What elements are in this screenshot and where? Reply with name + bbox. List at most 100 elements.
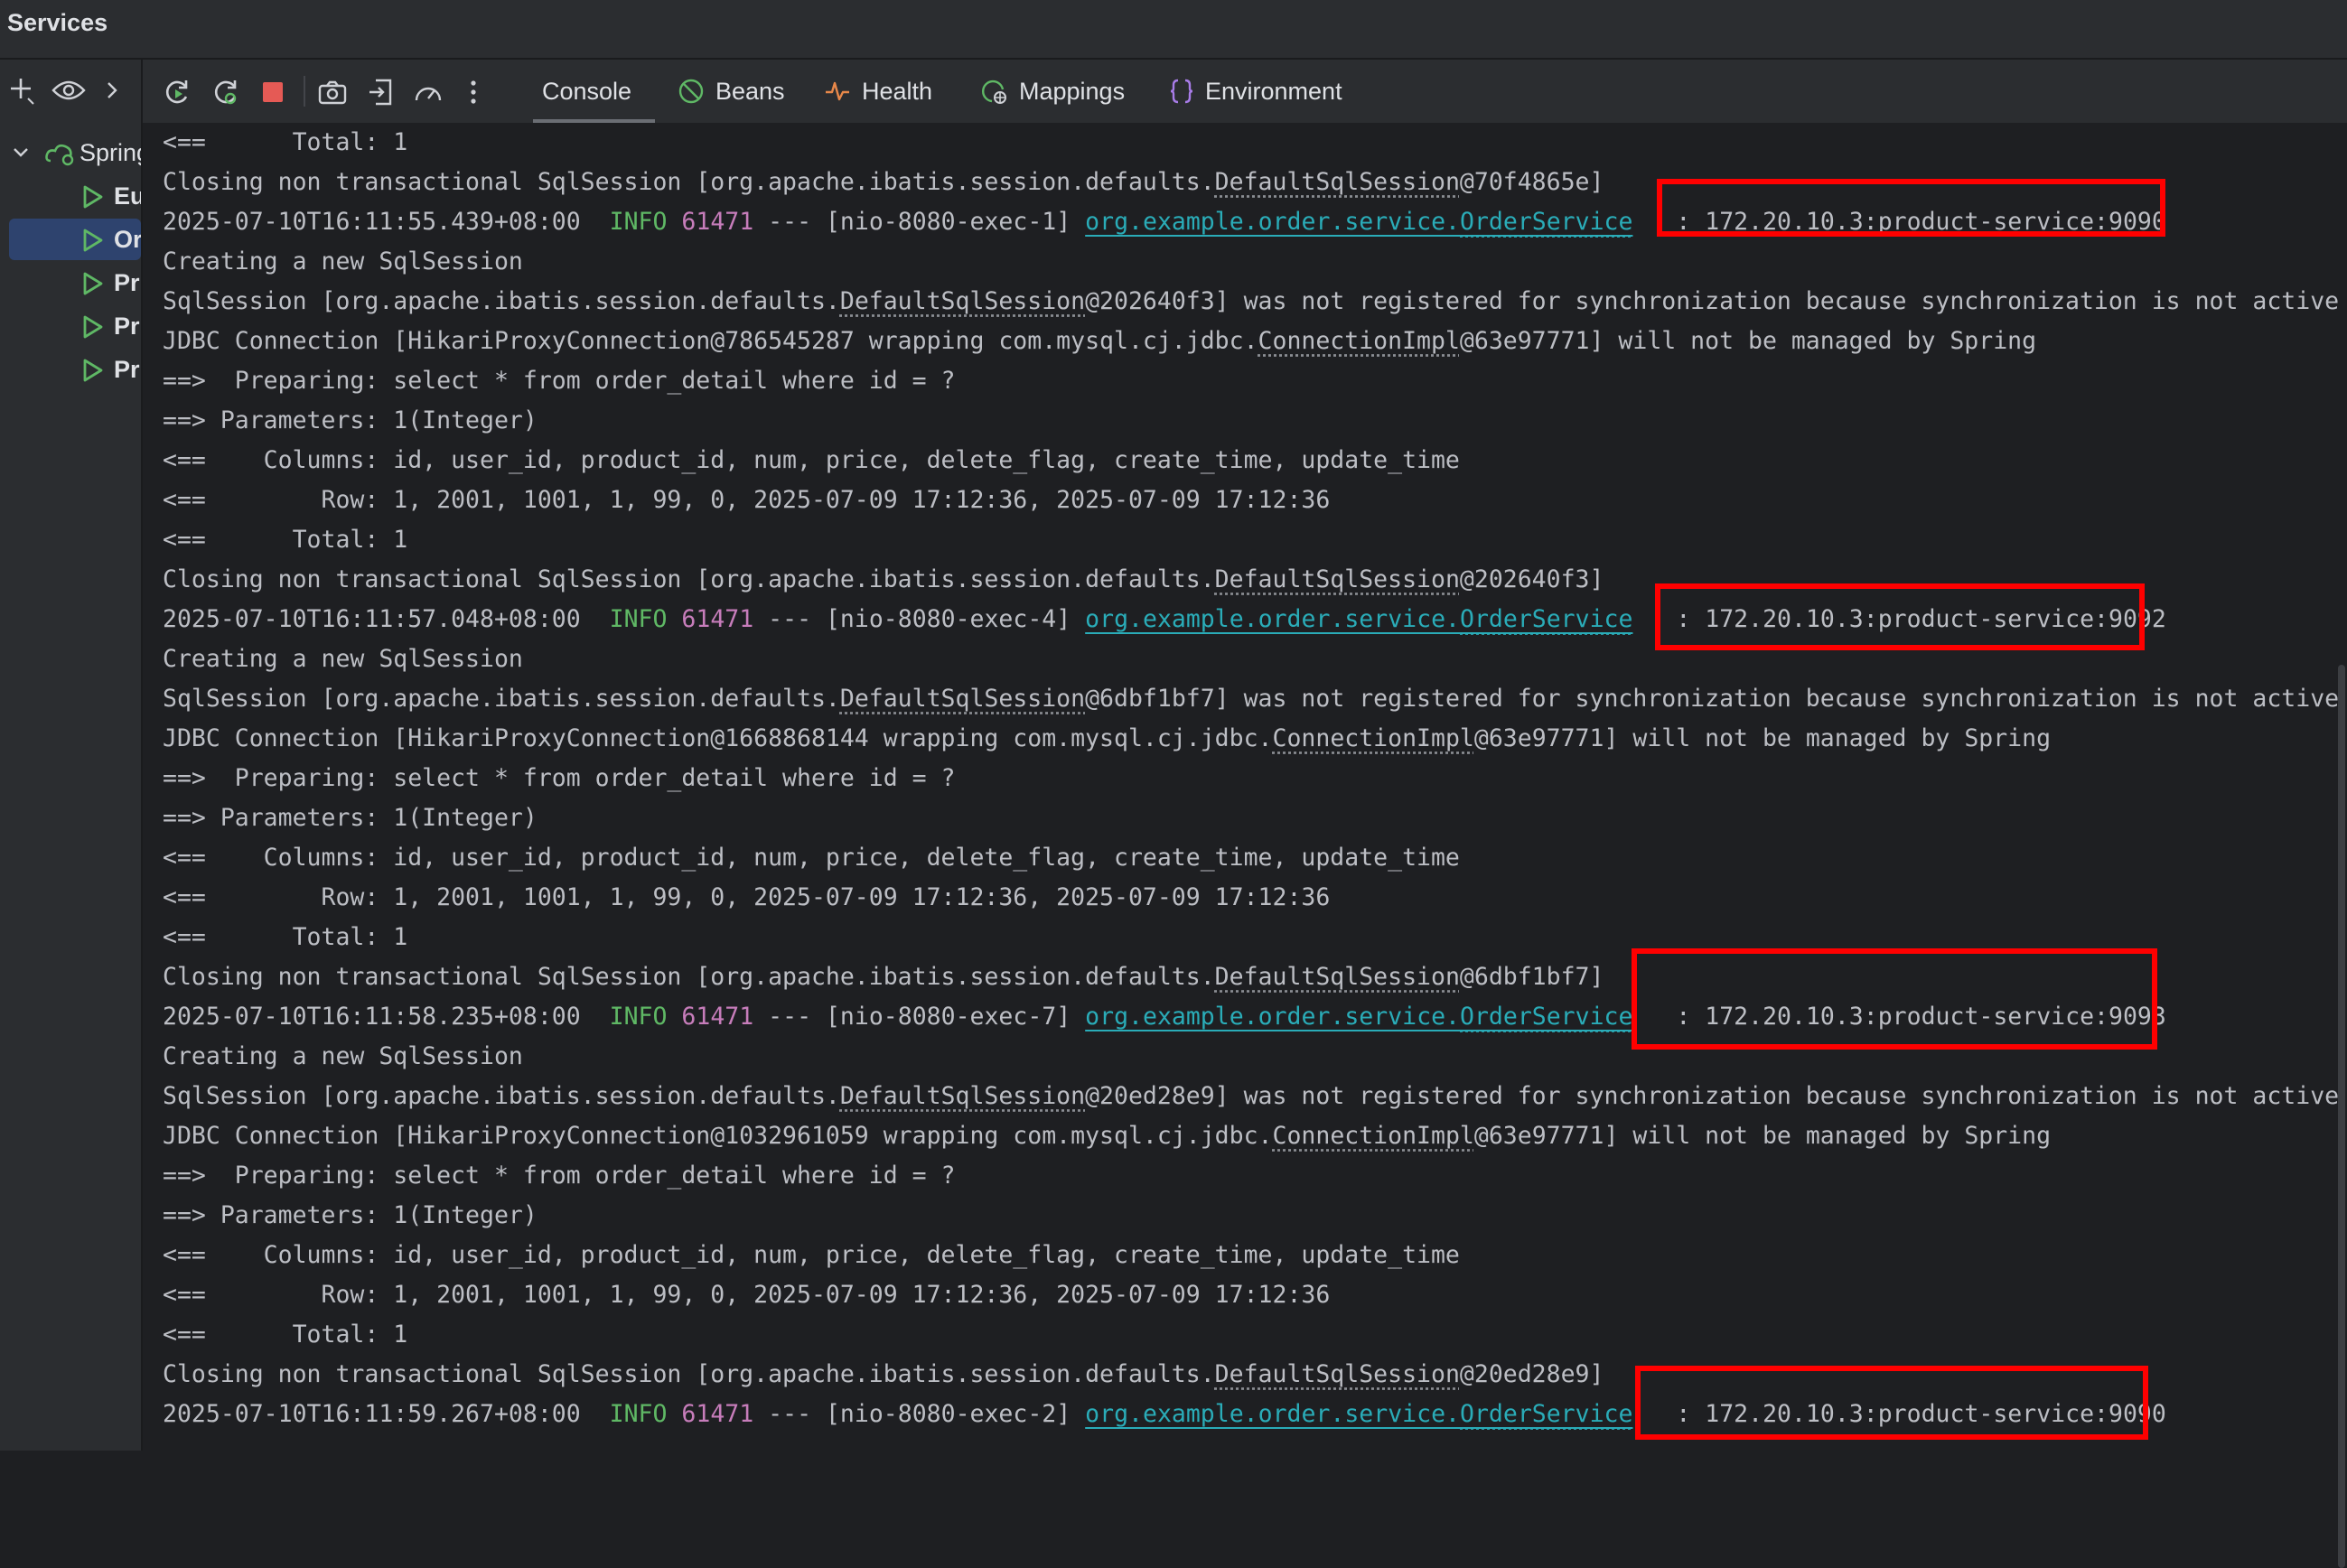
- health-icon: [824, 78, 851, 105]
- highlight-box: [1632, 948, 2157, 1050]
- console-output[interactable]: <== Total: 1 Closing non transactional Sq…: [143, 123, 2347, 1451]
- log-pid: 61471: [681, 605, 753, 633]
- log-text: <== Columns: id, user_id, product_id, nu…: [163, 844, 1460, 872]
- log-text: Closing non transactional SqlSession [or…: [163, 1360, 1215, 1388]
- log-class-ref: DefaultSqlSession: [840, 685, 1085, 713]
- add-service-icon[interactable]: [4, 72, 40, 108]
- environment-icon: [1169, 78, 1194, 105]
- console-scrollbar[interactable]: [2334, 123, 2347, 1451]
- rerun-icon[interactable]: [159, 74, 195, 110]
- log-line: Closing non transactional SqlSession [or…: [163, 957, 1604, 997]
- log-class-ref: DefaultSqlSession: [840, 1082, 1085, 1110]
- tree-item-pr-3[interactable]: Pr: [0, 349, 141, 390]
- tab-health[interactable]: Health: [824, 60, 932, 123]
- tree-item-pr-2[interactable]: Pr: [0, 305, 141, 347]
- log-text: Closing non transactional SqlSession [or…: [163, 963, 1215, 991]
- export-icon[interactable]: [363, 74, 399, 110]
- log-class-ref: DefaultSqlSession: [840, 287, 1085, 315]
- tree-item-label: Or: [114, 226, 141, 254]
- services-tree: Spring Eu Or Pr Pr Pr: [0, 123, 141, 1451]
- spring-boot-icon: [43, 139, 76, 166]
- chevron-right-icon[interactable]: [94, 72, 130, 108]
- log-text: @63e97771] will not be managed by Spring: [1460, 327, 2036, 355]
- log-level: INFO: [610, 1003, 668, 1031]
- logger-class: OrderService: [1460, 605, 1632, 633]
- log-text: @20ed28e9] was not registered for synchr…: [1085, 1082, 2339, 1110]
- log-pid: 61471: [681, 1003, 753, 1031]
- log-line: SqlSession [org.apache.ibatis.session.de…: [163, 1077, 2339, 1116]
- logger-class: OrderService: [1460, 1003, 1632, 1031]
- eye-icon[interactable]: [51, 72, 87, 108]
- log-text: Creating a new SqlSession: [163, 247, 523, 275]
- log-line: ==> Parameters: 1(Integer): [163, 798, 538, 838]
- log-line: ==> Preparing: select * from order_detai…: [163, 759, 956, 798]
- log-line: Creating a new SqlSession: [163, 639, 523, 679]
- console-toolbar: Console Beans Health Mappings Environmen…: [143, 60, 2347, 123]
- log-line: <== Row: 1, 2001, 1001, 1, 99, 0, 2025-0…: [163, 878, 1330, 918]
- tab-mappings[interactable]: Mappings: [979, 60, 1125, 123]
- tree-item-label: Pr: [114, 356, 140, 384]
- title-bar: Services: [0, 0, 2347, 60]
- log-timestamp: 2025-07-10T16:11:59.267+08:00: [163, 1400, 581, 1428]
- log-line: <== Row: 1, 2001, 1001, 1, 99, 0, 2025-0…: [163, 1275, 1330, 1315]
- tree-item-or[interactable]: Or: [9, 219, 141, 260]
- logger-link[interactable]: org.example.order.service.OrderService: [1085, 1400, 1632, 1428]
- tree-item-pr-1[interactable]: Pr: [0, 262, 141, 303]
- log-text: Closing non transactional SqlSession [or…: [163, 168, 1215, 196]
- log-text: ==> Parameters: 1(Integer): [163, 1201, 538, 1229]
- log-text: Creating a new SqlSession: [163, 645, 523, 673]
- log-line: <== Columns: id, user_id, product_id, nu…: [163, 838, 1460, 878]
- tree-root-label: Spring: [79, 139, 141, 167]
- log-level: INFO: [610, 208, 668, 236]
- tab-environment[interactable]: Environment: [1169, 60, 1342, 123]
- log-text: @63e97771] will not be managed by Spring: [1474, 1122, 2051, 1150]
- dashboard-icon[interactable]: [410, 74, 446, 110]
- tree-root-spring[interactable]: Spring: [0, 132, 141, 173]
- log-text: JDBC Connection [HikariProxyConnection@1…: [163, 724, 1273, 752]
- log-line: Closing non transactional SqlSession [or…: [163, 163, 1604, 202]
- logger-package: org.example.order.service.: [1085, 208, 1460, 236]
- log-class-ref: ConnectionImpl: [1273, 1122, 1474, 1150]
- log-text: @70f4865e]: [1460, 168, 1604, 196]
- tab-environment-label: Environment: [1205, 78, 1342, 106]
- stop-icon[interactable]: [255, 74, 291, 110]
- log-text: ==> Parameters: 1(Integer): [163, 804, 538, 832]
- log-line: <== Total: 1: [163, 123, 407, 163]
- logger-link[interactable]: org.example.order.service.OrderService: [1085, 208, 1632, 236]
- logger-package: org.example.order.service.: [1085, 605, 1460, 633]
- run-icon: [81, 184, 105, 210]
- logger-link[interactable]: org.example.order.service.OrderService: [1085, 605, 1632, 633]
- restart-icon[interactable]: [208, 74, 244, 110]
- log-line: ==> Preparing: select * from order_detai…: [163, 1156, 956, 1196]
- log-text: @20ed28e9]: [1460, 1360, 1604, 1388]
- log-class-ref: ConnectionImpl: [1273, 724, 1474, 752]
- scrollbar-thumb[interactable]: [2338, 665, 2345, 1568]
- highlight-box: [1655, 583, 2145, 650]
- log-line: <== Total: 1: [163, 520, 407, 560]
- log-thread: --- [nio-8080-exec-7]: [768, 1003, 1071, 1031]
- log-text: <== Columns: id, user_id, product_id, nu…: [163, 1241, 1460, 1269]
- tree-item-eu[interactable]: Eu: [0, 175, 141, 217]
- run-icon: [81, 228, 105, 253]
- log-timestamp: 2025-07-10T16:11:58.235+08:00: [163, 1003, 581, 1031]
- camera-icon[interactable]: [314, 74, 351, 110]
- log-line: <== Columns: id, user_id, product_id, nu…: [163, 441, 1460, 481]
- logger-link[interactable]: org.example.order.service.OrderService: [1085, 1003, 1632, 1031]
- log-text: @202640f3] was not registered for synchr…: [1085, 287, 2339, 315]
- more-options-icon[interactable]: [455, 74, 491, 110]
- log-class-ref: DefaultSqlSession: [1215, 565, 1460, 593]
- mappings-icon: [979, 77, 1008, 106]
- log-thread: --- [nio-8080-exec-2]: [768, 1400, 1071, 1428]
- logger-class: OrderService: [1460, 1400, 1632, 1428]
- tab-beans[interactable]: Beans: [678, 60, 785, 123]
- tab-console[interactable]: Console: [542, 60, 631, 123]
- logger-package: org.example.order.service.: [1085, 1400, 1460, 1428]
- beans-icon: [678, 78, 705, 105]
- log-text: <== Total: 1: [163, 1321, 407, 1349]
- log-level: INFO: [610, 605, 668, 633]
- log-text: JDBC Connection [HikariProxyConnection@7…: [163, 327, 1258, 355]
- log-text: SqlSession [org.apache.ibatis.session.de…: [163, 287, 840, 315]
- chevron-down-icon[interactable]: [11, 145, 31, 161]
- run-icon: [81, 271, 105, 296]
- log-timestamp: 2025-07-10T16:11:55.439+08:00: [163, 208, 581, 236]
